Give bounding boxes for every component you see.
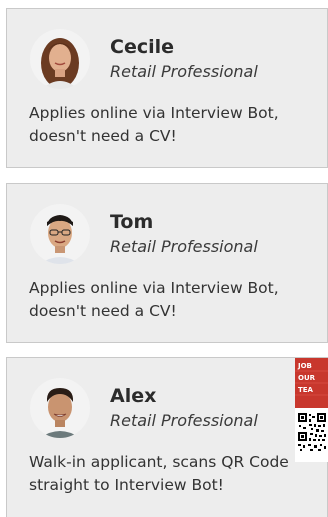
person-description: Applies online via Interview Bot, doesn'… <box>29 279 279 320</box>
persona-card-cecile: Cecile Retail Professional Applies onlin… <box>6 8 328 168</box>
poster-header: JOB OUR TEA <box>295 358 328 408</box>
person-role: Retail Professional <box>110 237 258 256</box>
person-description: Applies online via Interview Bot, doesn'… <box>29 104 279 145</box>
poster-text-row-3: TEA <box>298 386 314 394</box>
person-name: Tom <box>110 211 154 233</box>
poster-text-row-2: OUR <box>298 374 316 382</box>
person-role: Retail Professional <box>110 62 258 81</box>
avatar-alex <box>30 378 90 438</box>
avatar-cecile <box>30 29 90 89</box>
person-name: Cecile <box>110 36 175 58</box>
recruitment-poster: JOB OUR TEA <box>295 358 328 462</box>
persona-card-alex: Alex Retail Professional Walk-in applica… <box>6 357 328 517</box>
poster-text-row-1: JOB <box>297 362 312 370</box>
person-name: Alex <box>110 385 157 407</box>
persona-card-tom: Tom Retail Professional Applies online v… <box>6 183 328 343</box>
person-role: Retail Professional <box>110 411 258 430</box>
person-description: Walk-in applicant, scans QR Code straigh… <box>29 453 289 494</box>
avatar-tom <box>30 204 90 264</box>
qr-code-icon[interactable] <box>297 412 327 452</box>
